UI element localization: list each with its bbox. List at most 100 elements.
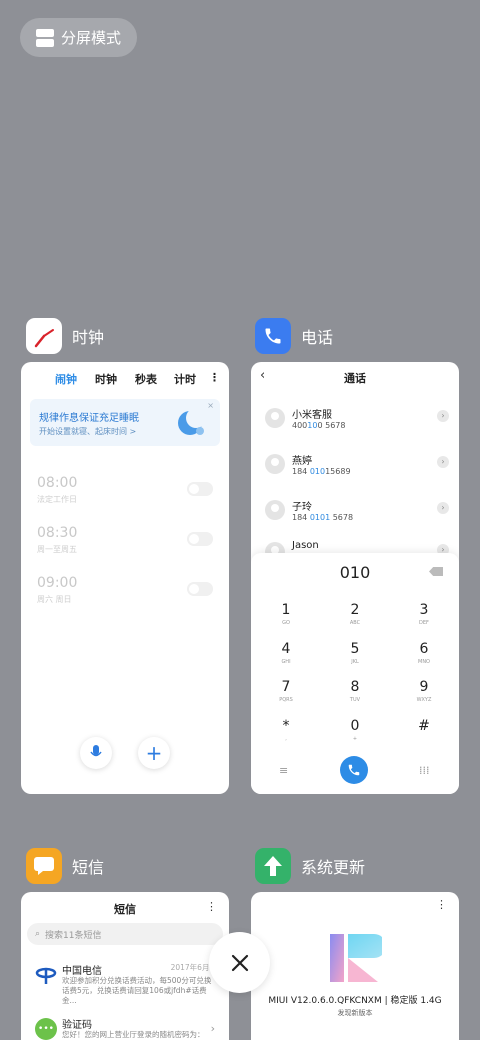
chevron-right-icon[interactable]: › bbox=[437, 410, 449, 422]
contact-number: 184 01015689 bbox=[292, 467, 351, 476]
update-app-icon bbox=[255, 848, 291, 884]
split-screen-label: 分屏模式 bbox=[61, 29, 122, 47]
contact-name: 小米客服 bbox=[292, 410, 332, 421]
update-card[interactable]: ⋮ MIUI V12.0.6.0.QFKCNXM | 稳定版 1.4G 发现新版… bbox=[251, 892, 459, 1040]
alarm-time: 09:00 bbox=[37, 575, 78, 591]
phone-app-name: 电话 bbox=[301, 328, 334, 347]
alarm-item[interactable]: 08:00 法定工作日 bbox=[37, 475, 77, 505]
message-preview: 欢迎参加积分兑换话费活动，每500分可兑换话费5元，兑换话费请回复106或jfd… bbox=[62, 976, 212, 1005]
call-button[interactable] bbox=[340, 756, 368, 784]
close-icon bbox=[231, 954, 248, 971]
key-8[interactable]: 8 TUV bbox=[335, 679, 375, 703]
dialed-number: 010 bbox=[339, 563, 371, 582]
update-app-header[interactable]: 系统更新 bbox=[255, 848, 365, 884]
key-4[interactable]: 4 GHI bbox=[266, 641, 306, 665]
search-icon: ⌕ bbox=[35, 929, 41, 939]
key-hash[interactable]: # bbox=[404, 718, 444, 736]
key-1[interactable]: 1 GO bbox=[266, 602, 306, 626]
sms-app-header[interactable]: 短信 bbox=[26, 848, 104, 884]
phone-app-header[interactable]: 电话 bbox=[255, 318, 333, 354]
clear-all-button[interactable] bbox=[209, 932, 270, 993]
contact-name: 子玲 bbox=[292, 502, 312, 513]
plus-icon: + bbox=[145, 741, 163, 765]
keypad-icon[interactable]: ⁞⁞⁞ bbox=[419, 764, 430, 777]
sms-search-input[interactable]: ⌕ 搜索11条短信 bbox=[27, 923, 223, 945]
alarm-time: 08:30 bbox=[37, 525, 78, 541]
contact-item[interactable]: 小米客服 400100 5678 › bbox=[265, 406, 449, 438]
chevron-right-icon[interactable]: › bbox=[437, 502, 449, 514]
update-version: MIUI V12.0.6.0.QFKCNXM | 稳定版 1.4G bbox=[268, 996, 442, 1006]
update-status: 发现新版本 bbox=[337, 1009, 373, 1017]
alarm-toggle[interactable] bbox=[187, 532, 213, 546]
verification-icon: ••• bbox=[35, 1018, 57, 1040]
tab-clock[interactable]: 时钟 bbox=[95, 371, 117, 387]
avatar bbox=[265, 500, 285, 520]
contact-name: Jason bbox=[292, 540, 319, 551]
key-star[interactable]: *, bbox=[266, 718, 306, 742]
key-5[interactable]: 5 JKL bbox=[335, 641, 375, 665]
message-sender: 验证码 bbox=[62, 1020, 92, 1031]
message-preview: 您好！您的网上营业厅登录的随机密码为：710679，有效时间为3分钟 bbox=[62, 1030, 205, 1039]
chevron-right-icon[interactable]: › bbox=[211, 1022, 215, 1035]
key-2[interactable]: 2 ABC bbox=[335, 602, 375, 626]
add-alarm-button[interactable]: + bbox=[138, 737, 170, 769]
key-0[interactable]: 0 + bbox=[335, 718, 375, 742]
alarm-days: 周一至周五 bbox=[37, 545, 77, 554]
contact-name: 燕婷 bbox=[292, 456, 312, 467]
alarm-toggle[interactable] bbox=[187, 582, 213, 596]
sms-app-icon bbox=[26, 848, 62, 884]
phone-app-icon bbox=[255, 318, 291, 354]
alarm-toggle[interactable] bbox=[187, 482, 213, 496]
split-screen-icon bbox=[36, 28, 54, 47]
alarm-item[interactable]: 08:30 周一至周五 bbox=[37, 525, 77, 555]
phone-title: 通话 bbox=[344, 372, 366, 385]
alarm-time: 08:00 bbox=[37, 475, 78, 491]
update-app-name: 系统更新 bbox=[301, 858, 366, 877]
key-7[interactable]: 7 PQRS bbox=[266, 679, 306, 703]
contact-item[interactable]: 子玲 184 0101 5678 › bbox=[265, 498, 449, 530]
contact-number: 184 0101 5678 bbox=[292, 513, 354, 522]
voice-alarm-button[interactable] bbox=[80, 737, 112, 769]
contact-item[interactable]: 燕婷 184 01015689 › bbox=[265, 452, 449, 484]
avatar bbox=[265, 454, 285, 474]
clock-app-icon bbox=[26, 318, 62, 354]
close-banner-icon[interactable]: × bbox=[207, 401, 214, 410]
telecom-logo-icon bbox=[35, 964, 57, 986]
chevron-right-icon[interactable]: › bbox=[437, 456, 449, 468]
tab-alarm[interactable]: 闹钟 bbox=[55, 371, 77, 387]
contact-number: 400100 5678 bbox=[292, 421, 346, 430]
sms-card[interactable]: 短信 ⋮ ⌕ 搜索11条短信 中国电信 2017年6月30 欢迎参加积分兑换话费… bbox=[21, 892, 229, 1040]
key-3[interactable]: 3 DEF bbox=[404, 602, 444, 626]
more-icon[interactable]: ⋮ bbox=[206, 900, 217, 913]
miui12-logo-icon bbox=[330, 934, 382, 982]
more-icon[interactable]: ⋮ bbox=[209, 371, 220, 384]
key-6[interactable]: 6 MNO bbox=[404, 641, 444, 665]
alarm-days: 周六 周日 bbox=[37, 595, 72, 604]
alarm-item[interactable]: 09:00 周六 周日 bbox=[37, 575, 77, 605]
split-screen-button[interactable]: 分屏模式 bbox=[20, 18, 137, 57]
menu-icon[interactable]: ≡ bbox=[279, 764, 288, 777]
phone-icon bbox=[348, 764, 360, 776]
message-sender: 中国电信 bbox=[62, 966, 102, 977]
message-item[interactable]: 中国电信 2017年6月30 欢迎参加积分兑换话费活动，每500分可兑换话费5元… bbox=[31, 962, 219, 1005]
phone-card[interactable]: ‹ 通话 小米客服 400100 5678 › 燕婷 184 01015689 … bbox=[251, 362, 459, 794]
sleep-banner[interactable]: 规律作息保证充足睡眠 开始设置就寝、起床时间 > × bbox=[30, 399, 220, 446]
sms-title: 短信 bbox=[114, 903, 136, 916]
alarm-days: 法定工作日 bbox=[37, 495, 77, 504]
clock-app-header[interactable]: 时钟 bbox=[26, 318, 104, 354]
tab-timer[interactable]: 计时 bbox=[174, 371, 196, 387]
clock-app-name: 时钟 bbox=[72, 328, 105, 347]
more-icon[interactable]: ⋮ bbox=[436, 898, 447, 911]
sms-app-name: 短信 bbox=[72, 858, 105, 877]
banner-subtitle: 开始设置就寝、起床时间 > bbox=[39, 427, 137, 436]
tab-stopwatch[interactable]: 秒表 bbox=[135, 371, 157, 387]
key-9[interactable]: 9 WXYZ bbox=[404, 679, 444, 703]
search-placeholder: 搜索11条短信 bbox=[45, 930, 102, 941]
mic-icon bbox=[90, 745, 102, 757]
banner-title: 规律作息保证充足睡眠 bbox=[39, 413, 139, 424]
dialpad[interactable]: 010 1 GO 2 ABC 3 DEF 4 GHI 5 JKL 6 MNO 7 PQRS 8… bbox=[251, 553, 459, 794]
message-item[interactable]: ••• 验证码 您好！您的网上营业厅登录的随机密码为：710679，有效时间为3… bbox=[31, 1016, 219, 1040]
moon-icon bbox=[178, 408, 206, 435]
avatar bbox=[265, 408, 285, 428]
clock-card[interactable]: 闹钟 时钟 秒表 计时 ⋮ 规律作息保证充足睡眠 开始设置就寝、起床时间 > ×… bbox=[21, 362, 229, 794]
